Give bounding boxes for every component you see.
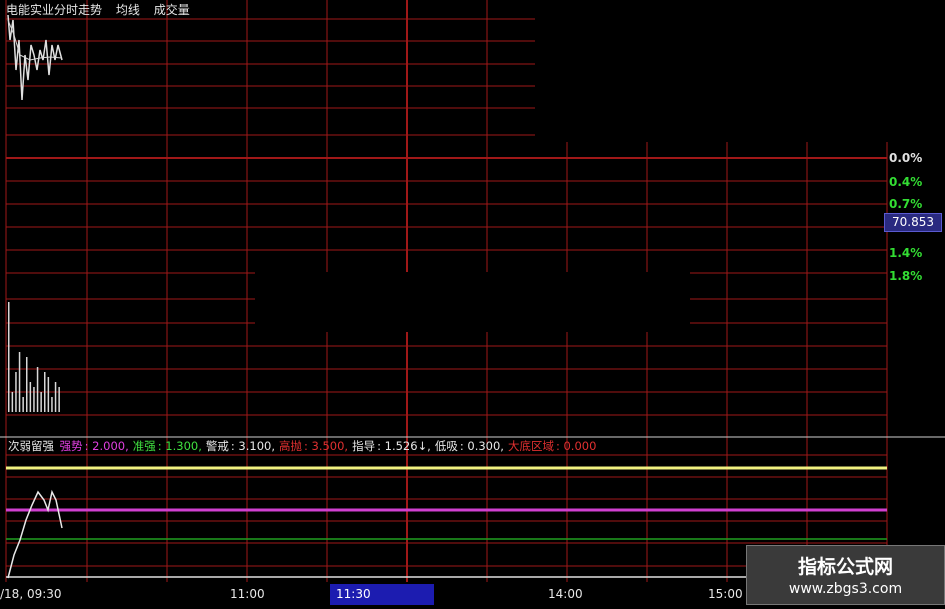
watermark-url: www.zbgs3.com bbox=[788, 581, 903, 597]
indicator-item-2: 警戒: 3.100, bbox=[206, 439, 277, 453]
volume-bar bbox=[8, 302, 10, 412]
indicator-item-value: : 1.300, bbox=[157, 439, 202, 453]
dark-region-mid bbox=[255, 272, 690, 332]
intraday-chart-canvas[interactable] bbox=[0, 0, 945, 609]
indicator-item-value: : 3.100, bbox=[230, 439, 275, 453]
volume-bars bbox=[8, 302, 60, 412]
indicator-item-label: 准强 bbox=[132, 439, 156, 453]
indicator-name[interactable]: 次弱留强 bbox=[8, 439, 54, 453]
pct-label-0: 0.0% bbox=[889, 151, 923, 165]
volume-bar bbox=[51, 397, 53, 412]
indicator-item-label: 低吸 bbox=[434, 439, 458, 453]
volume-bar bbox=[18, 352, 21, 412]
indicator-item-4: 指导: 1.526↓, bbox=[352, 439, 433, 453]
indicator-items: 强势: 2.000, 准强: 1.300, 警戒: 3.100, 高抛: 3.500,… bbox=[60, 439, 601, 453]
chart-title-bar: 电能实业分时走势 均线 成交量 bbox=[6, 1, 200, 18]
legend-avg[interactable]: 均线 bbox=[116, 3, 140, 17]
time-tick-1400: 14:00 bbox=[548, 587, 583, 601]
indicator-item-value: : 3.500, bbox=[303, 439, 349, 453]
volume-bar bbox=[54, 382, 57, 412]
volume-bar bbox=[26, 357, 28, 412]
indicator-curve bbox=[7, 489, 63, 579]
dark-region-top bbox=[535, 0, 945, 142]
indicator-item-label: 强势 bbox=[59, 439, 83, 453]
time-tick-1100: 11:00 bbox=[230, 587, 265, 601]
indicator-item-value: : 0.000 bbox=[555, 439, 597, 453]
indicator-bar: 次弱留强 强势: 2.000, 准强: 1.300, 警戒: 3.100, 高抛: 3… bbox=[8, 438, 602, 454]
indicator-item-label: 警戒 bbox=[205, 439, 229, 453]
indicator-item-label: 指导 bbox=[352, 439, 376, 453]
indicator-item-3: 高抛: 3.500, bbox=[279, 439, 350, 453]
stock-title: 电能实业分时走势 bbox=[6, 3, 103, 17]
pct-label-1: 0.4% bbox=[889, 175, 923, 189]
volume-bar bbox=[11, 392, 14, 412]
price-line bbox=[7, 14, 63, 101]
volume-bar bbox=[22, 397, 24, 412]
volume-bar bbox=[58, 387, 60, 412]
indicator-item-6: 大底区域: 0.000 bbox=[508, 439, 598, 453]
indicator-item-label: 大底区域 bbox=[507, 439, 554, 453]
indicator-item-value: : 2.000, bbox=[84, 439, 129, 453]
volume-bar bbox=[44, 372, 46, 412]
volume-bar bbox=[40, 392, 42, 412]
current-price-badge: 70.853 bbox=[884, 213, 942, 232]
volume-bar bbox=[15, 372, 17, 412]
indicator-item-5: 低吸: 0.300, bbox=[435, 439, 506, 453]
volume-bar bbox=[36, 367, 39, 412]
volume-bar bbox=[47, 377, 50, 412]
volume-bar bbox=[33, 387, 35, 412]
indicator-item-1: 准强: 1.300, bbox=[133, 439, 204, 453]
indicator-item-value: : 0.300, bbox=[459, 439, 504, 453]
time-cursor-label[interactable]: 11:30 bbox=[330, 584, 434, 605]
pct-label-4: 1.8% bbox=[889, 269, 923, 283]
volume-bar bbox=[29, 382, 32, 412]
legend-volume[interactable]: 成交量 bbox=[154, 3, 190, 17]
pct-label-3: 1.4% bbox=[889, 246, 923, 260]
time-tick-1500: 15:00 bbox=[708, 587, 743, 601]
indicator-item-value: : 1.526↓, bbox=[377, 439, 431, 453]
watermark-title: 指标公式网 bbox=[797, 556, 893, 578]
site-watermark: 指标公式网 www.zbgs3.com bbox=[746, 545, 945, 605]
time-start: /18, 09:30 bbox=[0, 587, 62, 601]
indicator-item-label: 高抛 bbox=[278, 439, 302, 453]
indicator-item-0: 强势: 2.000, bbox=[60, 439, 131, 453]
pct-label-2: 0.7% bbox=[889, 197, 923, 211]
